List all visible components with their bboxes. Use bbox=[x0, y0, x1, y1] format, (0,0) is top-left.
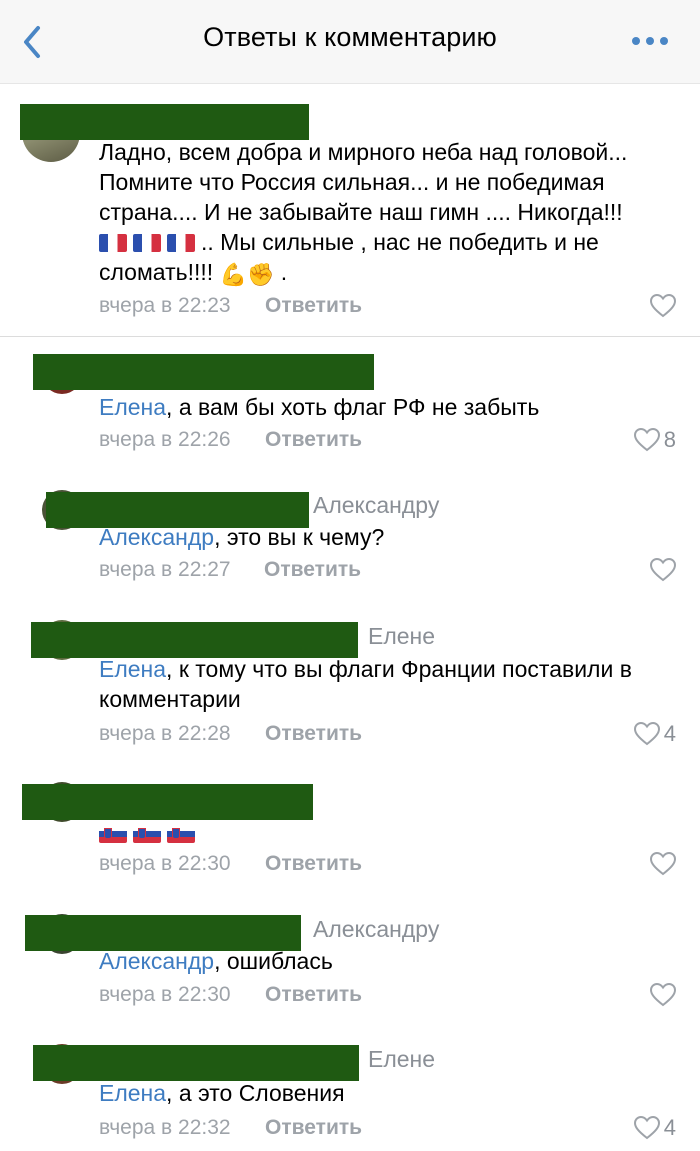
heart-icon bbox=[650, 558, 676, 582]
reply-button[interactable]: Ответить bbox=[265, 294, 362, 318]
reply-comment: Елене Елена, к тому что вы флаги Франции… bbox=[0, 618, 700, 758]
mention-link[interactable]: Александр bbox=[99, 948, 214, 974]
author-name-redacted[interactable] bbox=[20, 104, 309, 140]
comment-text: Ладно, всем добра и мирного неба над гол… bbox=[99, 137, 676, 290]
reply-comment: Александру Александр, это вы к чему? вче… bbox=[0, 488, 700, 598]
more-horizontal-icon bbox=[632, 37, 640, 45]
comment-text-part: , ошиблась bbox=[214, 948, 333, 974]
heart-icon bbox=[633, 1116, 660, 1140]
like-button[interactable]: 4 bbox=[633, 1114, 676, 1142]
root-comment: Ладно, всем добра и мирного неба над гол… bbox=[0, 100, 700, 336]
reply-to-label[interactable]: Елене bbox=[368, 623, 435, 650]
reply-to-label[interactable]: Александру bbox=[313, 916, 439, 943]
more-button[interactable] bbox=[632, 32, 668, 50]
timestamp: вчера в 22:28 bbox=[99, 722, 231, 745]
divider bbox=[0, 336, 700, 337]
like-button[interactable]: 8 bbox=[633, 426, 676, 454]
reply-comment: вчера в 22:30 Ответить bbox=[0, 780, 700, 890]
more-dot bbox=[646, 37, 654, 45]
like-count: 4 bbox=[663, 1115, 676, 1140]
author-name-redacted[interactable] bbox=[33, 354, 374, 390]
reply-comment: Елене Елена, а это Словения вчера в 22:3… bbox=[0, 1042, 700, 1151]
comment-text-part: Ладно, всем добра и мирного неба над гол… bbox=[99, 139, 628, 225]
reply-button[interactable]: Ответить bbox=[265, 852, 362, 876]
comment-text-part: , к тому что вы флаги Франции поставили … bbox=[99, 656, 632, 712]
comment-text: Александр, это вы к чему? bbox=[99, 522, 676, 552]
comment-text-part: , а вам бы хоть флаг РФ не забыть bbox=[166, 394, 540, 420]
flag-slovenia-icon bbox=[99, 825, 127, 843]
heart-icon bbox=[650, 852, 676, 876]
comment-text bbox=[99, 818, 676, 848]
heart-icon bbox=[650, 983, 676, 1007]
timestamp: вчера в 22:27 bbox=[99, 558, 231, 581]
nav-header: Ответы к комментарию bbox=[0, 0, 700, 84]
reply-button[interactable]: Ответить bbox=[264, 558, 361, 582]
like-button[interactable] bbox=[650, 981, 676, 1009]
like-button[interactable]: 4 bbox=[633, 720, 676, 748]
heart-icon bbox=[633, 428, 660, 452]
mention-link[interactable]: Елена bbox=[99, 1080, 166, 1106]
reply-to-label[interactable]: Александру bbox=[313, 492, 439, 519]
heart-icon bbox=[650, 294, 676, 318]
like-button[interactable] bbox=[650, 850, 676, 878]
mention-link[interactable]: Александр bbox=[99, 524, 214, 550]
reply-button[interactable]: Ответить bbox=[265, 722, 362, 746]
reply-comment: Александру Александр, ошиблась вчера в 2… bbox=[0, 912, 700, 1022]
comment-text: Александр, ошиблась bbox=[99, 946, 676, 976]
like-button[interactable] bbox=[650, 292, 676, 320]
page-title: Ответы к комментарию bbox=[203, 22, 497, 52]
author-name-redacted[interactable] bbox=[31, 622, 358, 658]
reply-button[interactable]: Ответить bbox=[265, 428, 362, 452]
comment-text: Елена, а это Словения bbox=[99, 1078, 676, 1108]
reply-comment: Елена, а вам бы хоть флаг РФ не забыть в… bbox=[0, 352, 700, 462]
flag-france-icon bbox=[133, 234, 161, 252]
mention-link[interactable]: Елена bbox=[99, 394, 166, 420]
author-name-redacted[interactable] bbox=[22, 784, 313, 820]
like-count: 4 bbox=[663, 721, 676, 746]
flag-france-icon bbox=[167, 234, 195, 252]
comment-text: Елена, а вам бы хоть флаг РФ не забыть bbox=[99, 392, 676, 422]
reply-button[interactable]: Ответить bbox=[265, 983, 362, 1007]
timestamp: вчера в 22:23 bbox=[99, 294, 231, 317]
timestamp: вчера в 22:30 bbox=[99, 852, 231, 875]
more-dot bbox=[660, 37, 668, 45]
emoji: 💪✊ bbox=[219, 262, 275, 287]
comment-text-part: , это вы к чему? bbox=[214, 524, 385, 550]
reply-button[interactable]: Ответить bbox=[265, 1116, 362, 1140]
timestamp: вчера в 22:26 bbox=[99, 428, 231, 451]
heart-icon bbox=[633, 722, 660, 746]
comment-text: Елена, к тому что вы флаги Франции поста… bbox=[99, 654, 676, 714]
flag-slovenia-icon bbox=[167, 825, 195, 843]
mention-link[interactable]: Елена bbox=[99, 656, 166, 682]
reply-to-label[interactable]: Елене bbox=[368, 1046, 435, 1073]
flag-france-icon bbox=[99, 234, 127, 252]
comment-text-part: , а это Словения bbox=[166, 1080, 345, 1106]
like-count: 8 bbox=[663, 427, 676, 452]
timestamp: вчера в 22:30 bbox=[99, 983, 231, 1006]
timestamp: вчера в 22:32 bbox=[99, 1116, 231, 1139]
like-button[interactable] bbox=[650, 556, 676, 584]
author-name-redacted[interactable] bbox=[33, 1045, 359, 1081]
flag-slovenia-icon bbox=[133, 825, 161, 843]
